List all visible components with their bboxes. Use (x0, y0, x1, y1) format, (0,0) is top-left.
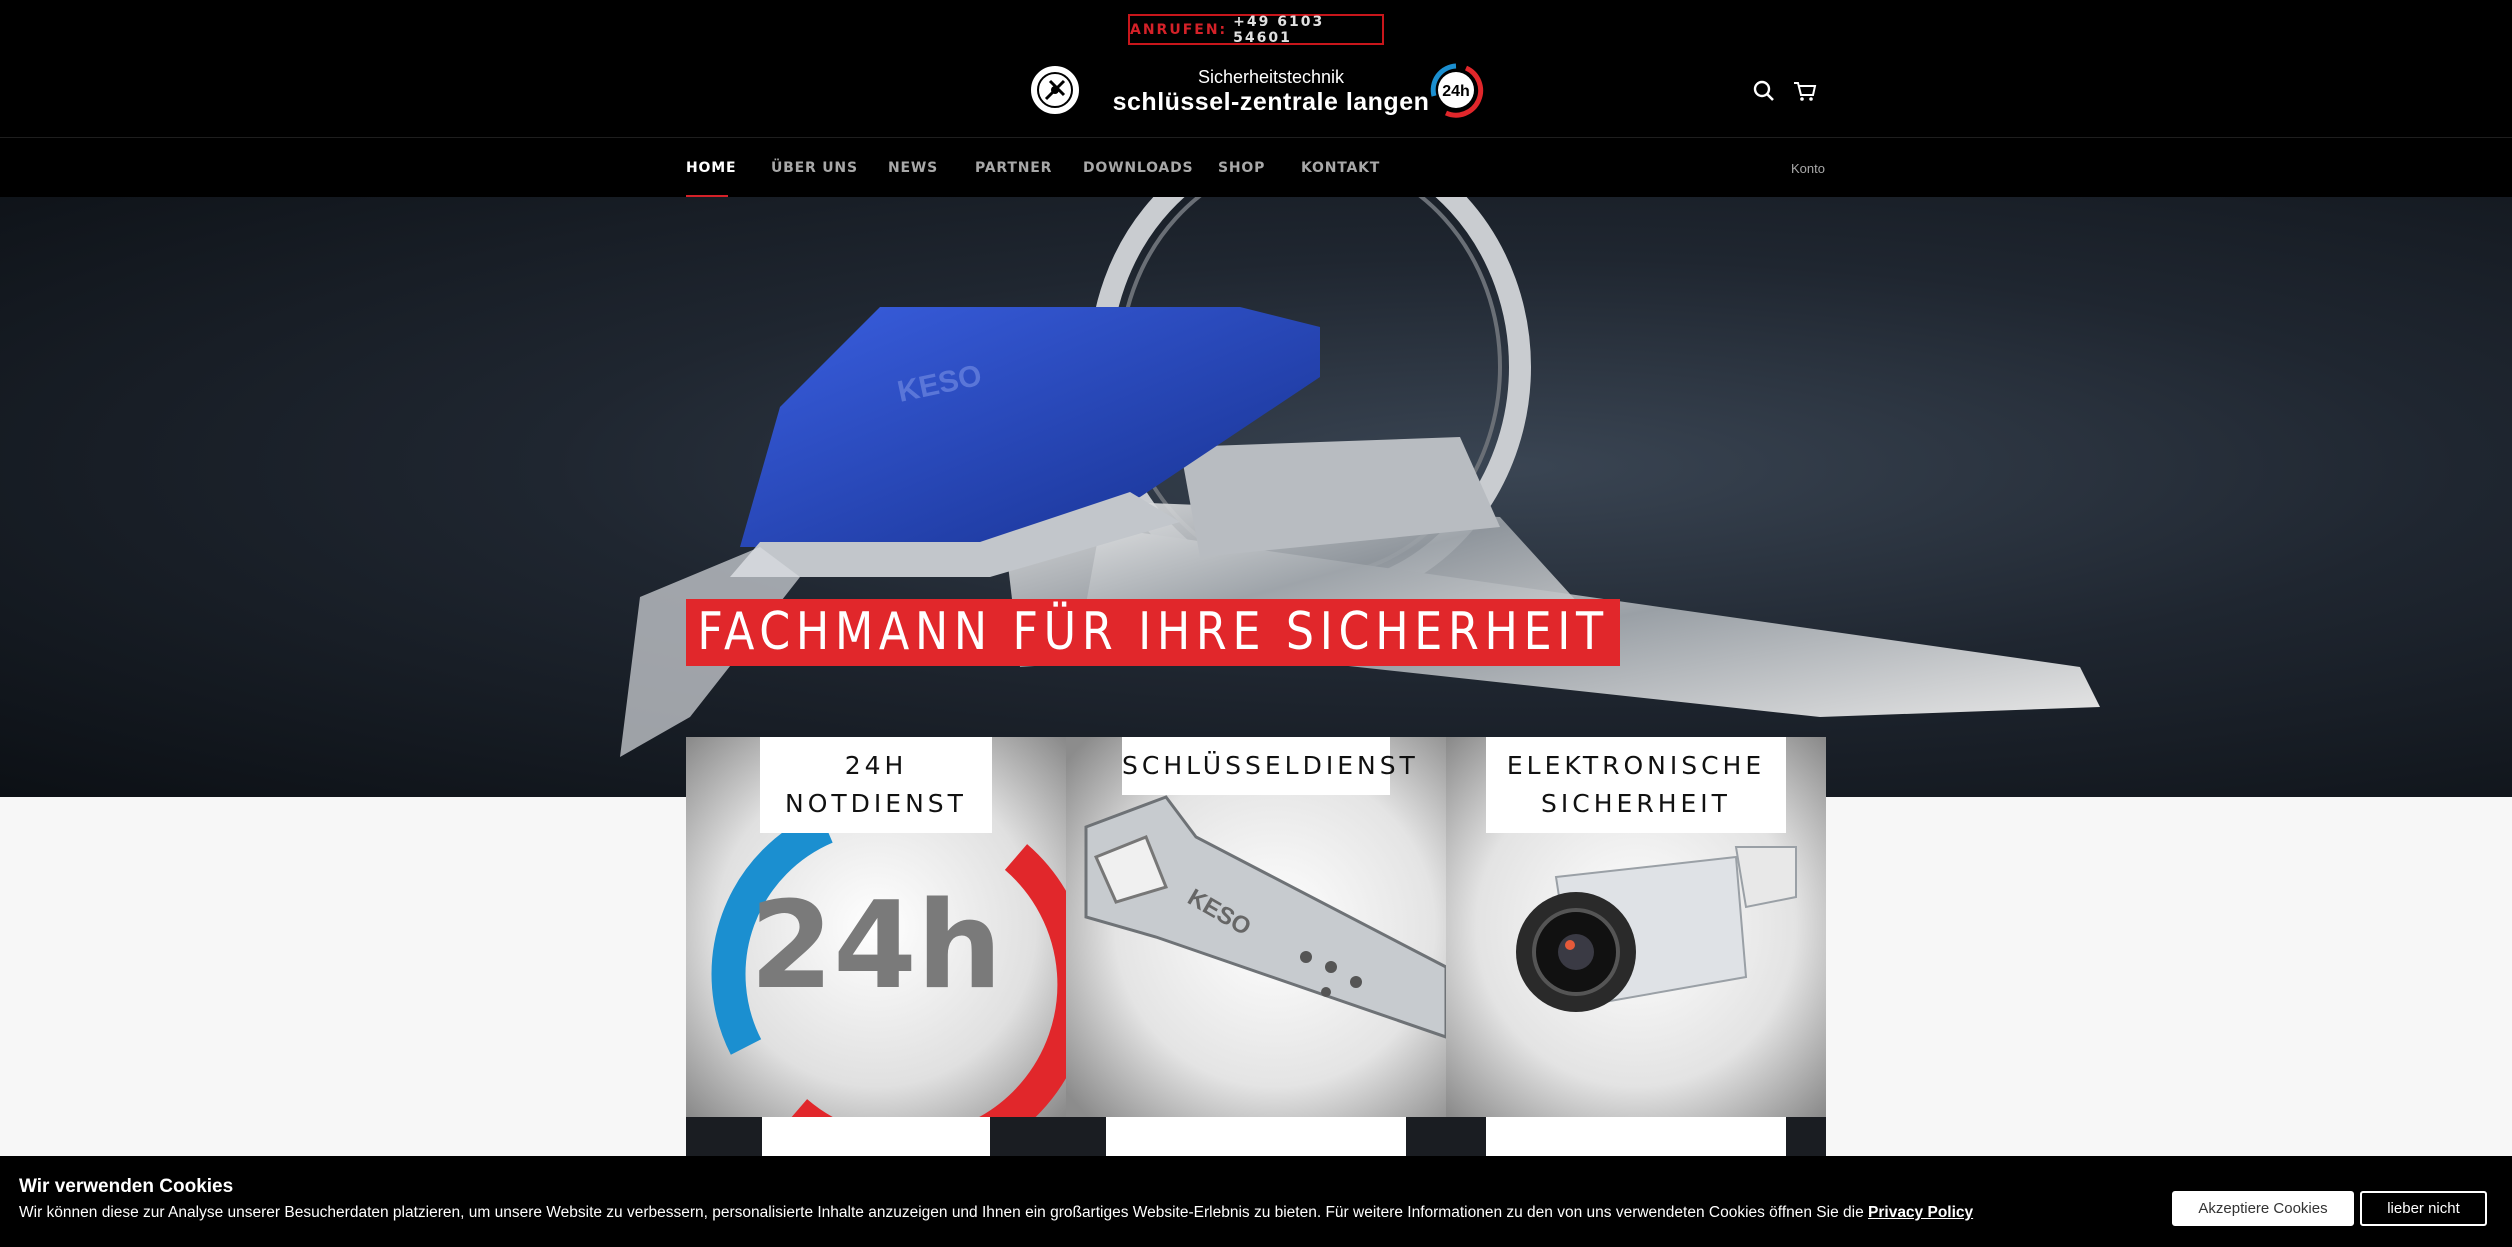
call-number[interactable]: +49 6103 54601 (1233, 14, 1382, 46)
nav-downloads[interactable]: DOWNLOADS (1083, 160, 1193, 176)
privacy-policy-link[interactable]: Privacy Policy (1868, 1204, 1973, 1221)
tile-elektronische-sicherheit[interactable]: ELEKTRONISCHE SICHERHEIT (1446, 737, 1826, 1117)
logo-line-2: schlüssel-zentrale langen (1112, 88, 1430, 116)
cookie-banner: Wir verwenden Cookies Wir können diese z… (0, 1156, 2512, 1247)
logo-line-1: Sicherheitstechnik (1197, 67, 1345, 87)
call-box[interactable]: ANRUFEN: +49 6103 54601 (1128, 14, 1384, 46)
seal-icon (1029, 64, 1081, 116)
nav-home[interactable]: HOME (686, 160, 736, 176)
top-header: ANRUFEN: +49 6103 54601 Sicherheitstechn… (0, 0, 2512, 137)
tile-24h-notdienst[interactable]: 24h 24H NOTDIENST (686, 737, 1066, 1117)
24h-tile-text: 24h (750, 877, 1002, 1016)
hero-title: FACHMANN FÜR IHRE SICHERHEIT (686, 599, 1621, 666)
hero-banner: KESO FACHMANN FÜR IHRE SICHERHEIT (0, 197, 2512, 797)
decline-cookies-button[interactable]: lieber nicht (2360, 1191, 2487, 1226)
cookie-title: Wir verwenden Cookies (19, 1176, 234, 1197)
search-icon[interactable] (1749, 76, 1779, 106)
nav-partner[interactable]: PARTNER (975, 160, 1052, 176)
tile-schluesseldienst[interactable]: KESO SCHLÜSSELDIENST (1066, 737, 1446, 1117)
cookie-text: Wir können diese zur Analyse unserer Bes… (19, 1204, 1973, 1222)
keys-illustration: KESO (620, 197, 2100, 757)
account-link[interactable]: Konto (1791, 161, 1825, 176)
tile-label-schluesseldienst: SCHLÜSSELDIENST (1122, 737, 1415, 795)
cart-icon[interactable] (1790, 76, 1820, 106)
nav-shop[interactable]: SHOP (1218, 160, 1265, 176)
main-nav: HOME ÜBER UNS NEWS PARTNER DOWNLOADS SHO… (0, 137, 2512, 198)
accept-cookies-button[interactable]: Akzeptiere Cookies (2172, 1191, 2354, 1226)
tile-label-24h: 24H NOTDIENST (760, 737, 992, 833)
nav-kontakt[interactable]: KONTAKT (1301, 160, 1380, 176)
nav-ueber-uns[interactable]: ÜBER UNS (771, 160, 858, 176)
tile-label-elektronische-sicherheit: ELEKTRONISCHE SICHERHEIT (1486, 737, 1786, 833)
call-label: ANRUFEN: (1130, 21, 1228, 38)
24h-badge-icon: 24h (1430, 63, 1484, 118)
cookie-message: Wir können diese zur Analyse unserer Bes… (19, 1204, 1864, 1221)
site-logo[interactable]: Sicherheitstechnik schlüssel-zentrale la… (1028, 60, 1484, 120)
logo-badge-text: 24h (1442, 83, 1470, 100)
nav-news[interactable]: NEWS (888, 160, 938, 176)
